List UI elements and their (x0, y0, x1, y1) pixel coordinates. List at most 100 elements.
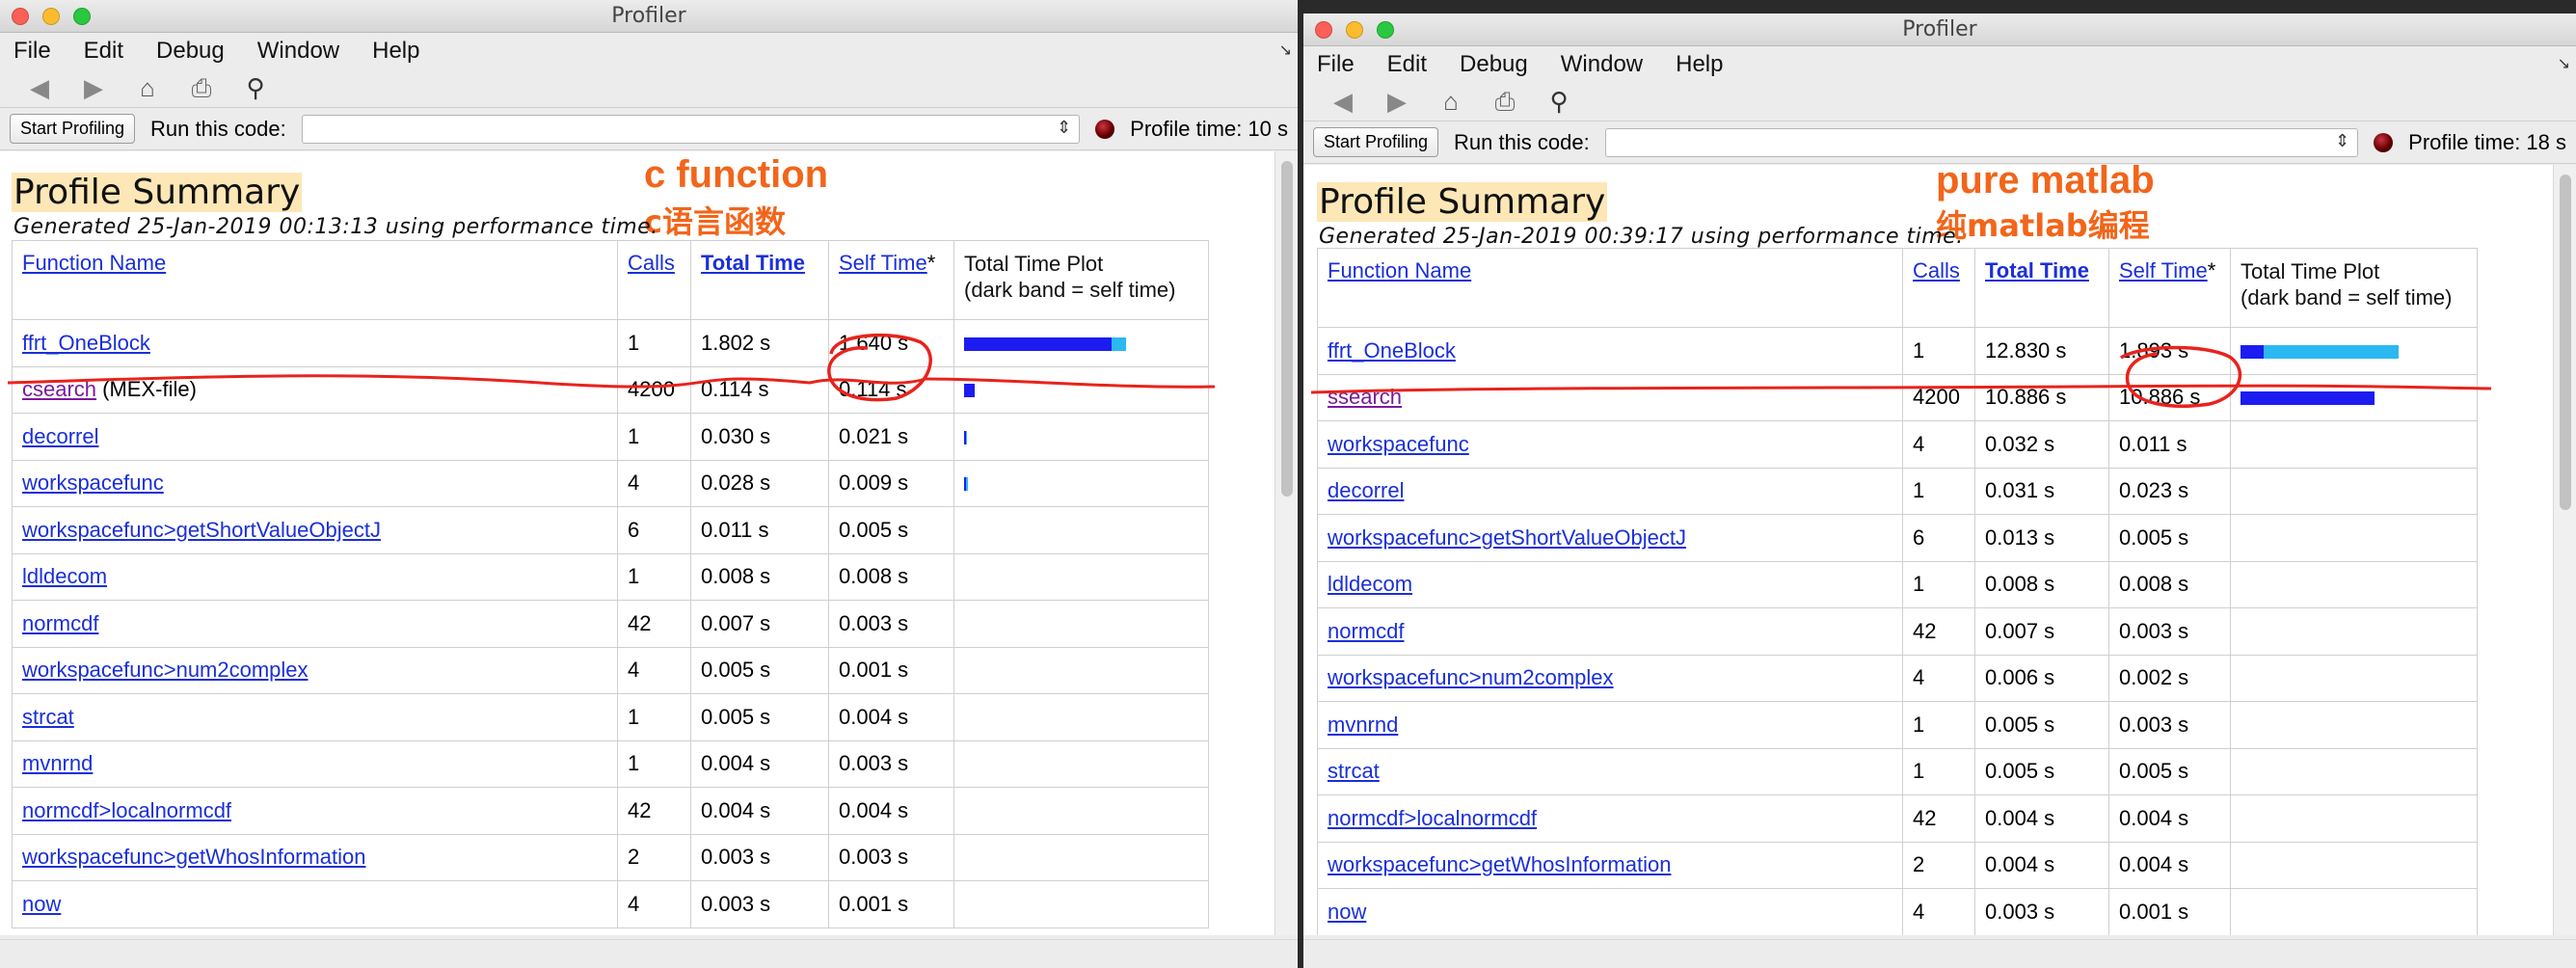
time-plot-cell (2230, 373, 2478, 421)
function-link[interactable]: workspacefunc (22, 471, 164, 495)
self-time-cell: 0.003 s (828, 833, 954, 881)
function-link[interactable]: normcdf>localnormcdf (1328, 806, 1537, 830)
close-window-button[interactable] (12, 8, 29, 25)
run-code-input[interactable]: ⇕ (1604, 127, 2359, 157)
function-link[interactable]: workspacefunc>num2complex (22, 658, 309, 682)
col-self-time[interactable]: Self Time* (2108, 248, 2231, 328)
function-link[interactable]: ffrt_OneBlock (22, 331, 150, 355)
vertical-scrollbar[interactable] (2553, 165, 2576, 935)
run-code-input[interactable]: ⇕ (301, 114, 1081, 144)
function-link[interactable]: mvnrnd (1328, 713, 1398, 737)
table-row: ldldecom 1 0.008 s 0.008 s (1317, 560, 2478, 608)
undock-icon[interactable]: ↘ (1279, 40, 1292, 60)
scroll-thumb[interactable] (2560, 175, 2571, 510)
col-function-name[interactable]: Function Name (12, 240, 618, 320)
back-arrow-icon[interactable]: ◀ (25, 73, 54, 103)
self-time-cell: 0.001 s (828, 646, 954, 694)
table-row: mvnrnd 1 0.004 s 0.003 s (12, 739, 1209, 788)
function-link[interactable]: workspacefunc>getWhosInformation (1328, 852, 1671, 876)
time-plot-cell (2230, 327, 2478, 375)
close-window-button[interactable] (1315, 21, 1332, 39)
function-link[interactable]: strcat (22, 705, 74, 729)
function-link[interactable]: now (1328, 900, 1366, 924)
vertical-scrollbar[interactable] (1275, 151, 1298, 935)
function-link[interactable]: workspacefunc>num2complex (1328, 665, 1614, 689)
menu-help[interactable]: Help (1676, 51, 1723, 78)
menu-debug[interactable]: Debug (156, 38, 225, 65)
total-time-cell: 0.003 s (690, 880, 829, 928)
dropdown-arrows-icon[interactable]: ⇕ (1057, 118, 1071, 138)
total-time-cell: 0.004 s (690, 739, 829, 788)
home-icon[interactable]: ⌂ (1436, 87, 1465, 117)
print-icon[interactable]: ⎙ (1490, 87, 1519, 117)
print-icon[interactable]: ⎙ (187, 73, 216, 103)
function-link[interactable]: csearch (22, 377, 96, 401)
col-calls[interactable]: Calls (617, 240, 691, 320)
total-time-cell: 0.008 s (690, 552, 829, 601)
total-time-cell: 0.004 s (1974, 841, 2109, 889)
calls-cell: 4200 (1902, 373, 1975, 421)
col-total-time[interactable]: Total Time (690, 240, 829, 320)
undock-icon[interactable]: ↘ (2558, 54, 2570, 73)
col-total-time[interactable]: Total Time (1974, 248, 2109, 328)
menu-file[interactable]: File (1317, 51, 1355, 78)
menu-help[interactable]: Help (372, 38, 419, 65)
function-link[interactable]: workspacefunc>getShortValueObjectJ (1328, 525, 1686, 550)
self-time-bar (964, 384, 975, 398)
time-plot-cell (953, 739, 1209, 788)
col-calls[interactable]: Calls (1902, 248, 1975, 328)
function-link[interactable]: workspacefunc (1328, 432, 1469, 456)
function-link[interactable]: ffrt_OneBlock (1328, 338, 1456, 363)
zoom-window-button[interactable] (73, 8, 91, 25)
self-time-cell: 0.008 s (828, 552, 954, 601)
function-link[interactable]: workspacefunc>getWhosInformation (22, 845, 365, 869)
col-self-time[interactable]: Self Time* (828, 240, 954, 320)
function-link[interactable]: workspacefunc>getShortValueObjectJ (22, 518, 381, 542)
function-link[interactable]: decorrel (22, 424, 98, 448)
function-link[interactable]: ldldecom (22, 564, 107, 588)
function-link[interactable]: strcat (1328, 759, 1380, 783)
menu-edit[interactable]: Edit (84, 38, 123, 65)
self-time-bar (964, 336, 1112, 351)
function-name-cell: mvnrnd (12, 739, 618, 788)
horizontal-scrollbar[interactable] (1303, 939, 2576, 968)
menu-file[interactable]: File (13, 38, 51, 65)
function-link[interactable]: decorrel (1328, 478, 1404, 502)
home-icon[interactable]: ⌂ (133, 73, 162, 103)
function-link[interactable]: mvnrnd (22, 751, 93, 775)
function-link[interactable]: ssearch (1328, 385, 1402, 409)
function-link[interactable]: normcdf (22, 611, 98, 635)
menu-window[interactable]: Window (1561, 51, 1643, 78)
calls-cell: 1 (1902, 327, 1975, 375)
function-link[interactable]: now (22, 892, 61, 916)
back-arrow-icon[interactable]: ◀ (1328, 87, 1357, 117)
function-name-cell: strcat (12, 693, 618, 741)
title-bar[interactable]: Profiler (1303, 13, 2576, 46)
function-link[interactable]: ldldecom (1328, 572, 1412, 596)
generated-text: Generated 25-Jan-2019 00:13:13 using per… (13, 215, 658, 239)
start-profiling-button[interactable]: Start Profiling (1313, 127, 1439, 157)
function-name-cell: ffrt_OneBlock (12, 319, 618, 367)
profile-indicator-icon (1095, 119, 1115, 139)
calls-cell: 6 (617, 506, 691, 554)
minimize-window-button[interactable] (1346, 21, 1363, 39)
find-binoculars-icon[interactable]: ⚲ (1544, 87, 1573, 117)
forward-arrow-icon[interactable]: ▶ (1382, 87, 1411, 117)
start-profiling-button[interactable]: Start Profiling (10, 114, 136, 144)
find-binoculars-icon[interactable]: ⚲ (241, 73, 270, 103)
total-time-cell: 10.886 s (1974, 373, 2109, 421)
menu-window[interactable]: Window (257, 38, 339, 65)
dropdown-arrows-icon[interactable]: ⇕ (2335, 131, 2349, 151)
menu-debug[interactable]: Debug (1460, 51, 1528, 78)
function-link[interactable]: normcdf (1328, 619, 1404, 643)
menu-edit[interactable]: Edit (1387, 51, 1427, 78)
title-bar[interactable]: Profiler (0, 0, 1298, 33)
col-function-name[interactable]: Function Name (1317, 248, 1903, 328)
forward-arrow-icon[interactable]: ▶ (79, 73, 108, 103)
function-link[interactable]: normcdf>localnormcdf (22, 798, 231, 822)
self-time-cell: 0.009 s (828, 459, 954, 507)
zoom-window-button[interactable] (1377, 21, 1394, 39)
horizontal-scrollbar[interactable] (0, 939, 1298, 968)
scroll-thumb[interactable] (1281, 161, 1293, 497)
minimize-window-button[interactable] (42, 8, 60, 25)
